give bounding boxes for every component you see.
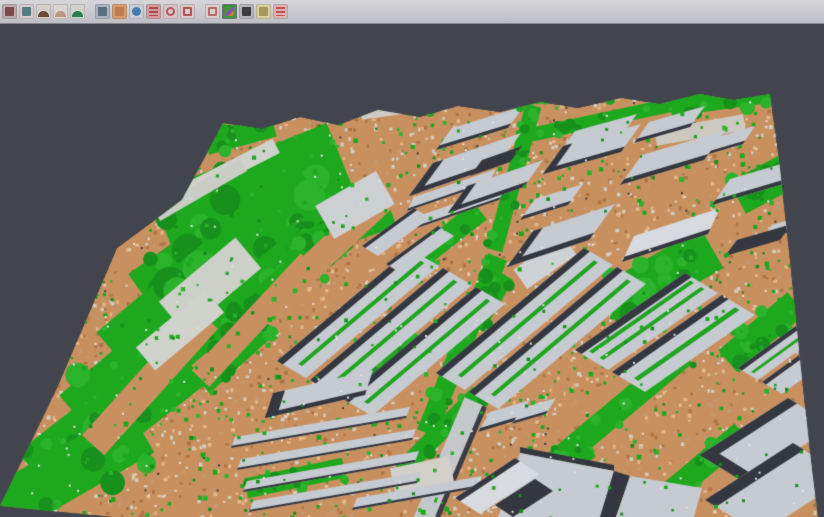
column-view-icon[interactable] xyxy=(95,4,110,19)
crop-selection-icon[interactable] xyxy=(180,4,195,19)
globe-view-icon[interactable] xyxy=(129,4,144,19)
measure-tool-icon[interactable] xyxy=(256,4,271,19)
toolbar-icon-group xyxy=(2,4,288,19)
ground-model-icon[interactable] xyxy=(36,4,51,19)
flag-marker-icon[interactable] xyxy=(273,4,288,19)
point-cloud-viewport[interactable] xyxy=(0,0,824,517)
toolbar-separator xyxy=(87,11,93,12)
settings-ring-icon[interactable] xyxy=(163,4,178,19)
layer-list-icon[interactable] xyxy=(146,4,161,19)
open-file-icon[interactable] xyxy=(2,4,17,19)
snapshot-camera-icon[interactable] xyxy=(239,4,254,19)
grid-overlay-icon[interactable] xyxy=(205,4,220,19)
classification-colors-icon[interactable] xyxy=(222,4,237,19)
toolbar xyxy=(0,0,824,24)
surface-model-icon[interactable] xyxy=(53,4,68,19)
canopy-model-icon[interactable] xyxy=(70,4,85,19)
import-points-icon[interactable] xyxy=(19,4,34,19)
ortho-image-icon[interactable] xyxy=(112,4,127,19)
toolbar-separator xyxy=(197,11,203,12)
